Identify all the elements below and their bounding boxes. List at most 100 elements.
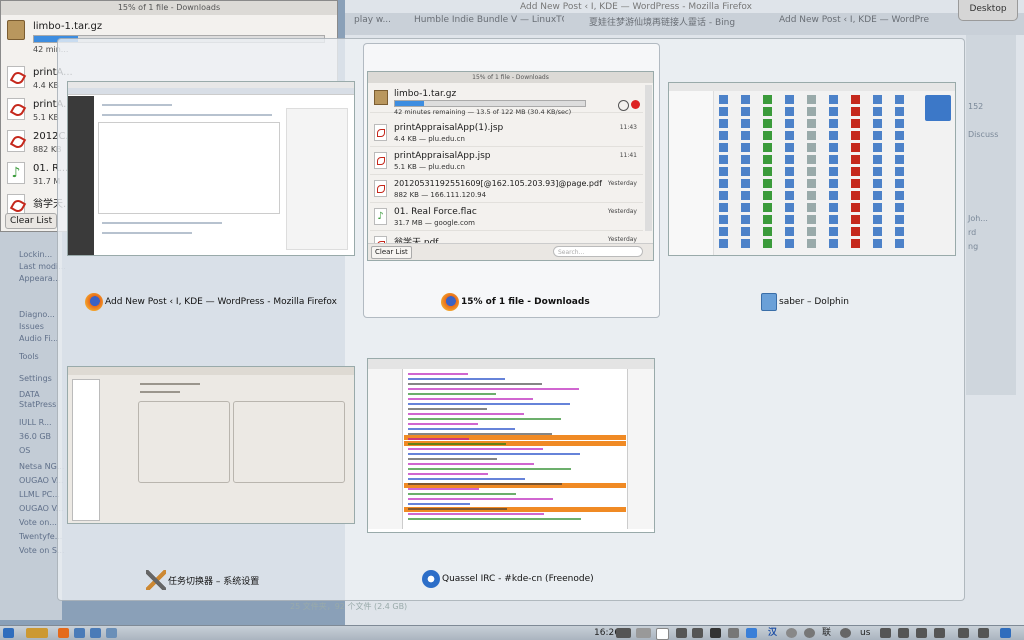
file-icon — [807, 143, 816, 152]
clear-list-button[interactable]: Clear List — [5, 213, 58, 229]
cashew-icon[interactable] — [1000, 628, 1011, 638]
activities-icon[interactable] — [26, 628, 48, 638]
window-caption-firefox[interactable]: Add New Post ‹ I, KDE — WordPress - Mozi… — [85, 293, 337, 311]
chat-line — [408, 458, 497, 460]
background-label: 152 — [968, 102, 984, 111]
file-icon — [719, 227, 728, 236]
thumb-line — [102, 222, 222, 224]
pager-icon[interactable] — [636, 628, 651, 638]
file-icon — [741, 227, 750, 236]
file-icon — [763, 215, 772, 224]
file-icon — [785, 203, 794, 212]
background-browser-title: Add New Post ‹ I, KDE — WordPress - Mozi… — [520, 2, 752, 12]
file-icon — [895, 95, 904, 104]
file-icon — [785, 167, 794, 176]
file-icon — [785, 191, 794, 200]
firefox-launcher-icon[interactable] — [58, 628, 69, 638]
file-icon — [763, 203, 772, 212]
file-icon — [763, 167, 772, 176]
keyboard-layout[interactable]: us — [860, 627, 870, 639]
window-caption-downloads[interactable]: 15% of 1 file - Downloads — [441, 293, 590, 311]
printer-icon[interactable] — [746, 628, 757, 638]
thumb-line — [102, 114, 272, 116]
firefox-icon — [441, 293, 459, 311]
window-thumbnail-quassel[interactable] — [367, 358, 655, 533]
keyboard-icon[interactable] — [728, 628, 739, 638]
file-icon — [763, 143, 772, 152]
pdf-icon — [374, 180, 387, 197]
window-thumbnail-dolphin[interactable] — [668, 82, 956, 256]
package-icon — [7, 20, 25, 40]
tray-text[interactable]: 联 — [822, 627, 831, 639]
file-icon — [741, 203, 750, 212]
chat-line — [408, 473, 488, 475]
moon-icon[interactable] — [786, 628, 797, 638]
usb-icon[interactable] — [916, 628, 927, 638]
tools-tray-icon[interactable] — [880, 628, 891, 638]
file-icon — [895, 179, 904, 188]
chat-line — [408, 413, 524, 415]
power-icon[interactable] — [840, 628, 851, 638]
thumb-download-time: Yesterday — [607, 236, 637, 243]
file-icon — [895, 227, 904, 236]
chat-line — [408, 498, 553, 500]
window-thumbnail-firefox[interactable] — [67, 81, 355, 256]
file-icon — [719, 95, 728, 104]
desktop-button[interactable]: Desktop — [958, 0, 1018, 21]
chat-line — [408, 403, 570, 405]
konsole-launcher-icon[interactable] — [90, 628, 101, 638]
scissors-icon[interactable] — [898, 628, 909, 638]
tux-icon[interactable] — [710, 628, 721, 638]
file-icon — [851, 155, 860, 164]
chat-line — [408, 448, 543, 450]
network-icon[interactable] — [692, 628, 703, 638]
background-label: rd — [968, 228, 977, 237]
window-caption-dolphin[interactable]: saber – Dolphin — [761, 293, 849, 311]
file-icon — [741, 107, 750, 116]
thumb-sidebar — [286, 108, 348, 250]
file-icon — [741, 191, 750, 200]
window-thumbnail-downloads[interactable]: 15% of 1 file - Downloads limbo-1.tar.gz… — [367, 71, 654, 261]
input-method-indicator[interactable]: 汉 — [768, 627, 777, 639]
file-icon — [851, 191, 860, 200]
chat-line — [408, 508, 507, 510]
background-label: StatPress — [19, 400, 57, 409]
window-caption-quassel[interactable]: Quassel IRC - #kde-cn (Freenode) — [422, 570, 594, 588]
pdf-icon — [374, 152, 387, 169]
thumb-editor — [98, 122, 280, 214]
volume-icon[interactable] — [934, 628, 945, 638]
chat-line — [408, 453, 580, 455]
file-icon — [895, 119, 904, 128]
thumb-line — [102, 232, 192, 234]
clipboard-icon[interactable] — [656, 628, 669, 640]
file-icon — [763, 155, 772, 164]
tray-arrow-icon[interactable] — [978, 628, 989, 638]
chat-line — [408, 513, 544, 515]
background-status-text: 25 文件夹，92 个文件 (2.4 GB) — [290, 602, 408, 611]
file-icon — [807, 107, 816, 116]
file-icon — [785, 227, 794, 236]
file-icon — [763, 131, 772, 140]
file-icon — [785, 107, 794, 116]
lock-icon[interactable] — [958, 628, 969, 638]
file-icon — [851, 215, 860, 224]
app-launcher-icon[interactable] — [106, 628, 117, 638]
file-icon — [719, 215, 728, 224]
kde-menu-icon[interactable] — [3, 628, 14, 638]
file-icon — [851, 119, 860, 128]
file-icon — [829, 203, 838, 212]
file-icon — [873, 95, 882, 104]
window-thumbnail-settings[interactable] — [67, 366, 355, 524]
background-label: Diagno... — [19, 310, 55, 319]
thumb-download-meta: 31.7 MB — google.com — [394, 219, 475, 227]
file-icon — [895, 215, 904, 224]
updates-icon[interactable] — [804, 628, 815, 638]
thumb-line — [140, 383, 200, 385]
package-icon — [374, 90, 388, 105]
window-caption-settings[interactable]: 任务切换器 – 系统设置 — [146, 570, 259, 590]
pager-icon[interactable] — [616, 628, 631, 638]
dolphin-launcher-icon[interactable] — [74, 628, 85, 638]
file-icon — [785, 131, 794, 140]
thumb-download-name: 01. Real Force.flac — [394, 207, 477, 217]
battery-icon[interactable] — [676, 628, 687, 638]
